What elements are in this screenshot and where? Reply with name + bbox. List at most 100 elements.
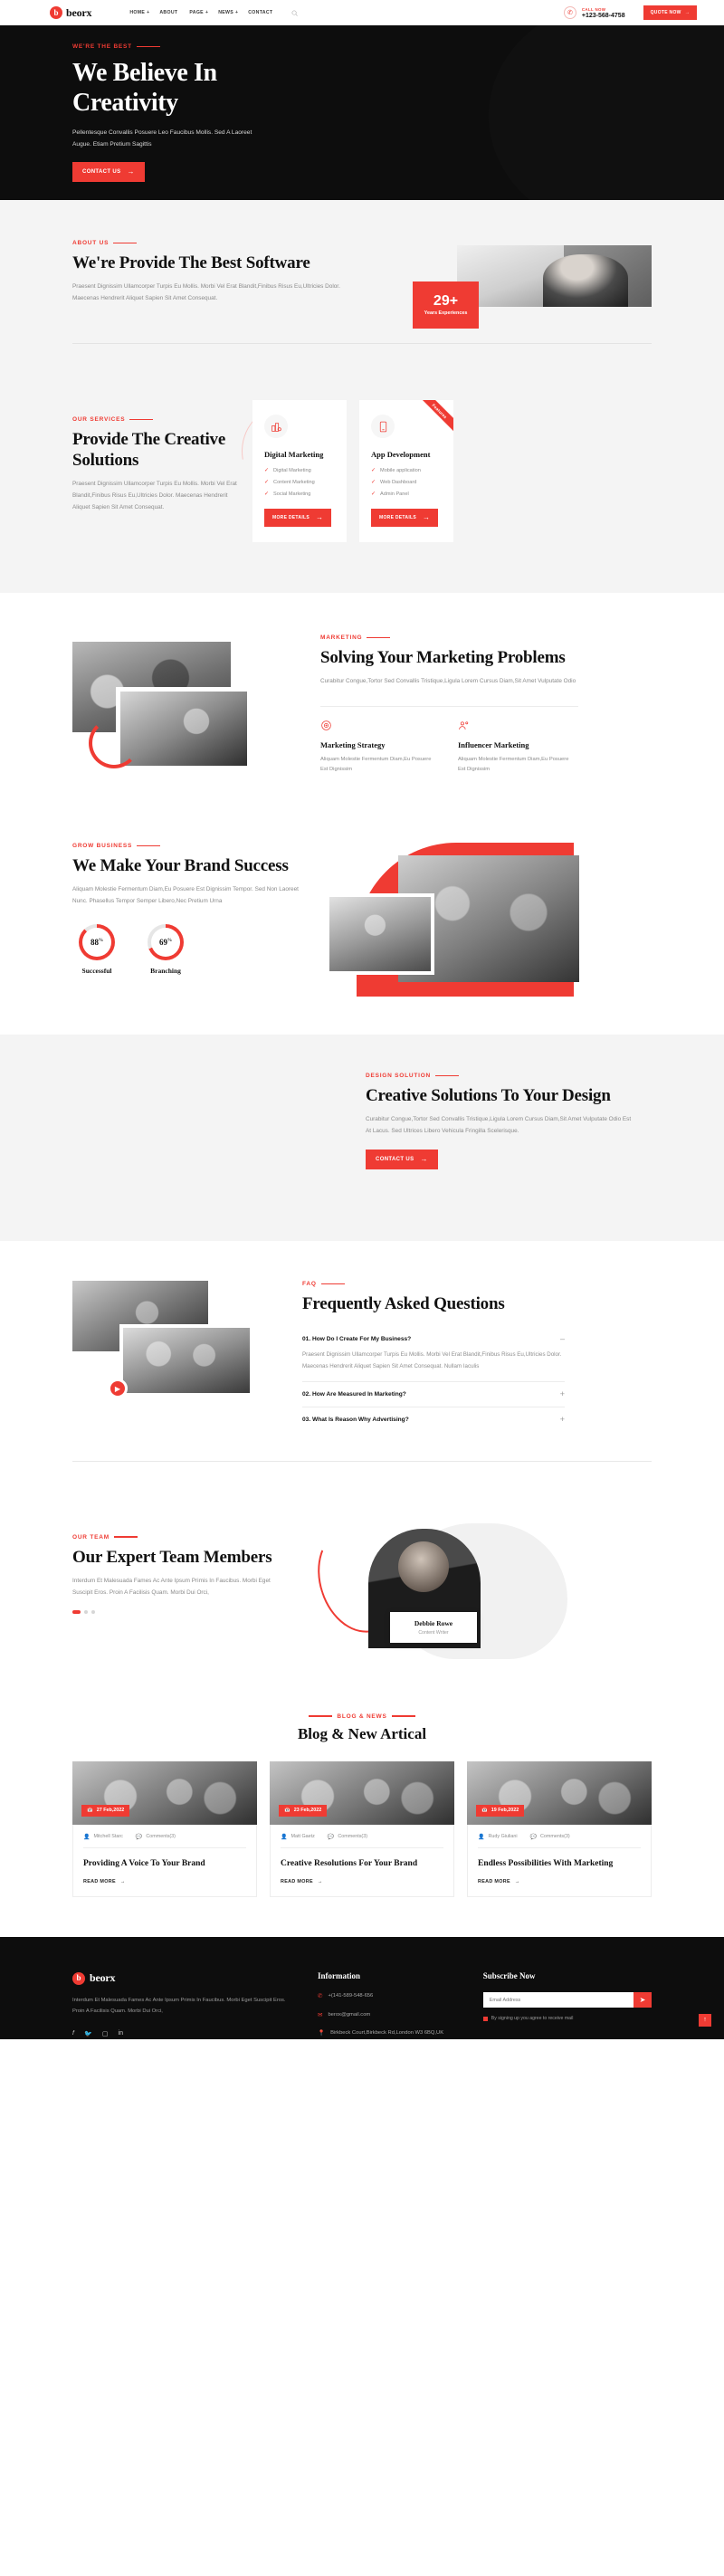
footer-phone: +(141-589-548-656 — [328, 1993, 374, 1999]
marketing-media — [72, 634, 299, 797]
more-details-button[interactable]: MORE DETAILS → — [371, 509, 439, 527]
scroll-to-top-button[interactable]: ↑ — [699, 2013, 711, 2027]
design-contact-button[interactable]: CONTACT US → — [366, 1149, 438, 1169]
email-input[interactable] — [482, 1992, 634, 2008]
faq-question-row[interactable]: 03. What Is Reason Why Advertising? + — [302, 1415, 565, 1424]
faq-item[interactable]: 01. How Do I Create For My Business? – P… — [302, 1327, 565, 1382]
read-more-link[interactable]: READ MORE → — [478, 1879, 641, 1884]
faq-answer: Praesent Dignissim Ullamcorper Turpis Eu… — [302, 1351, 562, 1369]
blog-comments: 💬 Comments(3) — [136, 1834, 176, 1840]
about-section: ABOUT US We're Provide The Best Software… — [0, 200, 724, 380]
checkbox-icon[interactable] — [482, 2016, 488, 2021]
nav-item-home[interactable]: HOME + — [129, 10, 149, 15]
subscribe-submit-button[interactable]: ➤ — [634, 1992, 652, 2008]
faq-question: 03. What Is Reason Why Advertising? — [302, 1416, 409, 1423]
faq-question-row[interactable]: 02. How Are Measured In Marketing? + — [302, 1389, 565, 1398]
chevron-plus-icon: + — [147, 10, 150, 15]
carousel-dot-active[interactable] — [72, 1610, 81, 1615]
nav-label: ABOUT — [159, 10, 178, 15]
blog-comments-count: Comments(3) — [540, 1834, 570, 1840]
search-icon[interactable] — [291, 10, 299, 16]
list-item: ✓ Digital Marketing — [264, 467, 335, 474]
linkedin-icon[interactable]: in — [119, 2030, 123, 2037]
marketing-section: MARKETING Solving Your Marketing Problem… — [0, 593, 724, 825]
blog-post-title[interactable]: Endless Possibilities With Marketing — [478, 1858, 641, 1870]
site-logo[interactable]: b beorx — [50, 6, 92, 20]
blog-post-title[interactable]: Providing A Voice To Your Brand — [83, 1858, 246, 1870]
blog-card-list: 📅 27 Feb,2022 👤 Mitchell Starc 💬 Comments(… — [72, 1760, 652, 1898]
instagram-icon[interactable]: ▢ — [102, 2030, 109, 2037]
twitter-icon[interactable]: 🐦 — [84, 2030, 92, 2037]
footer-info-item[interactable]: 📍 Birkbeck Court,Birkbeck Rd,London W3 6B… — [318, 2028, 460, 2038]
carousel-dot[interactable] — [84, 1610, 88, 1615]
hero-title-line1: We Believe In — [72, 58, 217, 87]
blog-author-name: Rudy Giuliani — [488, 1834, 518, 1840]
nav-item-contact[interactable]: CONTACT — [248, 10, 274, 15]
read-more-link[interactable]: READ MORE → — [83, 1879, 246, 1884]
blog-card-body: 👤 Mitchell Starc 💬 Comments(3) Providing A… — [72, 1824, 257, 1898]
footer-subscribe: Subscribe Now ➤ By signing up you agree … — [482, 1971, 652, 2021]
nav-item-page[interactable]: PAGE + — [189, 10, 208, 15]
list-item-label: Mobile application — [380, 467, 421, 473]
progress-ring: 88% — [79, 923, 115, 960]
arrow-right-icon: → — [119, 1879, 126, 1885]
service-card[interactable]: Features App Development ✓ Mobile applica… — [359, 400, 453, 542]
arrow-right-icon: → — [317, 1879, 323, 1885]
phone-icon: ✆ — [318, 1993, 323, 2000]
stat-label: Branching — [150, 966, 181, 975]
grow-media — [326, 843, 579, 998]
plus-icon[interactable]: + — [560, 1415, 565, 1424]
footer-info-item[interactable]: ✉ berox@gmail.com — [318, 2010, 460, 2020]
carousel-dots — [72, 1610, 285, 1615]
service-card-list: ✓ Digital Marketing ✓ Content Marketing ✓ S… — [264, 467, 335, 498]
read-more-link[interactable]: READ MORE → — [281, 1879, 443, 1884]
blog-card[interactable]: 📅 19 Feb,2022 👤 Rudy Giuliani 💬 Comments(3… — [467, 1760, 652, 1898]
service-card[interactable]: Digital Marketing ✓ Digital Marketing ✓ Co… — [252, 400, 347, 542]
features-ribbon: Features — [411, 400, 453, 440]
blog-thumbnail: 📅 19 Feb,2022 — [467, 1760, 652, 1825]
facebook-icon[interactable]: 𝑓 — [72, 2030, 74, 2037]
faq-item[interactable]: 03. What Is Reason Why Advertising? + — [302, 1407, 565, 1432]
more-details-label: MORE DETAILS — [272, 515, 310, 520]
team-member-card[interactable]: Debbie Rowe Content Writer — [390, 1611, 477, 1643]
arrow-right-icon: → — [423, 513, 431, 521]
minus-icon[interactable]: – — [560, 1335, 565, 1343]
experience-number: 29+ — [433, 293, 459, 309]
design-title: Creative Solutions To Your Design — [366, 1086, 611, 1105]
blog-header: BLOG & NEWS Blog & New Artical — [72, 1713, 652, 1743]
blog-card[interactable]: 📅 27 Feb,2022 👤 Mitchell Starc 💬 Comments(… — [72, 1760, 257, 1898]
marketing-feature-title: Influencer Marketing — [458, 739, 529, 749]
blog-thumbnail: 📅 23 Feb,2022 — [270, 1760, 454, 1825]
blog-comments: 💬 Comments(3) — [530, 1834, 570, 1840]
marketing-eyebrow: MARKETING — [320, 634, 578, 641]
blog-post-title[interactable]: Creative Resolutions For Your Brand — [281, 1858, 443, 1870]
main-nav: HOME + ABOUT PAGE + NEWS + CONTACT — [129, 10, 299, 16]
carousel-dot[interactable] — [91, 1610, 95, 1615]
stat-dial: 88% Successful — [72, 923, 121, 975]
subscribe-form: ➤ — [482, 1992, 652, 2008]
footer-info-heading: Information — [318, 1971, 360, 1981]
grow-eyebrow: GROW BUSINESS — [72, 843, 308, 849]
footer-information: Information ✆ +(141-589-548-656 ✉ berox@gm… — [318, 1971, 460, 2038]
services-title: Provide The Creative Solutions — [72, 430, 226, 471]
blog-card-body: 👤 Matt Gaetz 💬 Comments(3) Creative Resolu… — [270, 1824, 454, 1898]
quote-now-button[interactable]: QUOTE NOW → — [643, 5, 697, 20]
more-details-button[interactable]: MORE DETAILS → — [264, 509, 332, 527]
hero-section: WE'RE THE BEST We Believe In Creativity … — [0, 25, 724, 200]
check-circle-icon: ✓ — [264, 491, 270, 497]
plus-icon[interactable]: + — [560, 1389, 565, 1398]
footer-logo[interactable]: b beorx — [72, 1971, 294, 1985]
blog-date: 27 Feb,2022 — [96, 1808, 125, 1814]
hero-contact-button[interactable]: CONTACT US → — [72, 162, 145, 183]
faq-question-row[interactable]: 01. How Do I Create For My Business? – — [302, 1335, 565, 1343]
footer-info-item[interactable]: ✆ +(141-589-548-656 — [318, 1991, 460, 2001]
design-media — [72, 1073, 344, 1199]
faq-item[interactable]: 02. How Are Measured In Marketing? + — [302, 1382, 565, 1407]
nav-item-about[interactable]: ABOUT — [159, 10, 179, 15]
call-number[interactable]: +123-568-4758 — [582, 13, 625, 19]
blog-card[interactable]: 📅 23 Feb,2022 👤 Matt Gaetz 💬 Comments(3) C… — [270, 1760, 454, 1898]
nav-item-news[interactable]: NEWS + — [218, 10, 238, 15]
blog-title: Blog & New Artical — [297, 1724, 427, 1742]
service-card-title: App Development — [371, 450, 431, 459]
play-button-icon[interactable]: ▶ — [108, 1379, 128, 1398]
